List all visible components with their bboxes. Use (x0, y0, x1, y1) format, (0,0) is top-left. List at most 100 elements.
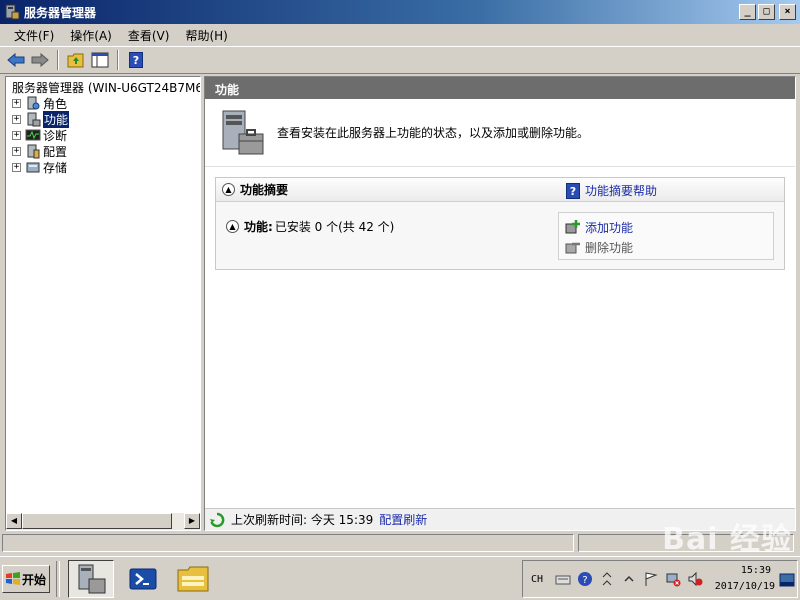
add-features-link[interactable]: 添加功能 (585, 219, 633, 236)
section-title: 功能摘要 (240, 183, 289, 197)
toolbar-separator (117, 50, 119, 70)
status-panel (578, 534, 794, 552)
menu-action[interactable]: 操作(A) (62, 25, 120, 46)
forward-button[interactable] (30, 50, 50, 70)
scroll-left-button[interactable]: ◀ (6, 513, 22, 529)
taskbar-powershell[interactable] (120, 560, 166, 598)
toolbar-separator (57, 50, 59, 70)
network-error-icon[interactable] (665, 571, 681, 587)
refresh-icon (210, 512, 225, 527)
maximize-button[interactable]: □ (758, 4, 775, 20)
help-icon: ? (566, 182, 580, 199)
expand-toggle[interactable]: + (12, 98, 21, 108)
keyboard-icon[interactable] (555, 571, 571, 587)
back-button[interactable] (6, 50, 26, 70)
horizontal-scrollbar[interactable]: ◀ ▶ (6, 513, 200, 530)
show-hide-tree-icon (91, 52, 109, 68)
scroll-track[interactable] (172, 513, 184, 530)
section-header: ▲ 功能摘要 ? 功能摘要帮助 (216, 178, 784, 202)
scroll-right-button[interactable]: ▶ (184, 513, 200, 529)
taskbar: 开始 CH ? 15:39 2017/10/19 (0, 556, 800, 600)
title-bar: 服务器管理器 _ □ × (0, 0, 800, 24)
installed-label: 功能: (244, 220, 273, 234)
back-arrow-icon (7, 53, 25, 67)
configure-refresh-link[interactable]: 配置刷新 (379, 511, 427, 528)
show-hidden-icons-icon[interactable] (621, 571, 637, 587)
volume-error-icon[interactable] (687, 571, 703, 587)
tree-item-features[interactable]: + 功能 (6, 110, 200, 128)
flag-icon[interactable] (643, 571, 659, 587)
language-indicator[interactable]: CH (531, 574, 543, 585)
navigation-tree: 服务器管理器 (WIN-U6GT24B7M6 + 角色 + 功能 + 诊断 + … (5, 76, 201, 531)
server-manager-icon (78, 564, 106, 594)
up-one-level-button[interactable] (66, 50, 86, 70)
start-label: 开始 (22, 572, 47, 587)
menu-bar: 文件(F) 操作(A) 查看(V) 帮助(H) (0, 24, 800, 46)
clock-time: 15:39 (740, 565, 771, 576)
tree-item-label: 配置 (43, 144, 68, 159)
refresh-status-bar: 上次刷新时间: 今天 15:39 配置刷新 (205, 508, 795, 530)
add-features-action[interactable]: 添加功能 (565, 217, 767, 237)
status-bar (0, 533, 800, 553)
powershell-icon (129, 568, 157, 590)
tree-item-label: 存储 (43, 160, 68, 175)
clock[interactable]: 15:39 2017/10/19 (715, 563, 775, 595)
tree-item-label: 角色 (43, 96, 68, 111)
scroll-thumb[interactable] (22, 513, 172, 529)
taskbar-explorer[interactable] (170, 560, 216, 598)
clock-date: 2017/10/19 (714, 581, 775, 592)
remove-features-link[interactable]: 删除功能 (585, 239, 633, 256)
help-link-text[interactable]: 功能摘要帮助 (585, 182, 657, 199)
help-icon: ? (129, 52, 143, 68)
last-refresh-text: 上次刷新时间: 今天 15:39 (231, 513, 374, 527)
remove-features-icon (565, 242, 580, 254)
expand-toggle[interactable]: + (12, 162, 21, 172)
taskbar-separator (56, 561, 60, 597)
features-summary-help[interactable]: ? 功能摘要帮助 (566, 182, 657, 199)
remove-features-action[interactable]: 删除功能 (565, 237, 767, 257)
tree-item-configuration[interactable]: + 配置 (6, 143, 200, 159)
menu-help[interactable]: 帮助(H) (177, 25, 235, 46)
tree-root-label: 服务器管理器 (WIN-U6GT24B7M6 (12, 80, 201, 95)
tree-item-storage[interactable]: + 存储 (6, 159, 200, 175)
help-button[interactable]: ? (126, 50, 146, 70)
add-features-icon (565, 220, 580, 234)
content-header: 功能 (205, 77, 795, 99)
actions-panel: 添加功能 删除功能 (558, 212, 774, 260)
content-pane: 功能 查看安装在此服务器上功能的状态，以及添加或删除功能。 ▲ 功能摘要 ? 功… (204, 76, 796, 531)
start-button[interactable]: 开始 (2, 565, 50, 593)
roles-icon (27, 96, 40, 110)
folder-up-icon (67, 53, 84, 68)
collapse-subsection-button[interactable]: ▲ (226, 220, 239, 233)
expand-toggle[interactable]: + (12, 130, 21, 140)
storage-icon (26, 162, 40, 173)
diagnostics-icon (25, 129, 41, 141)
menu-view[interactable]: 查看(V) (120, 25, 178, 46)
system-tray: CH ? 15:39 2017/10/19 (522, 560, 798, 598)
tree-item-diagnostics[interactable]: + 诊断 (6, 127, 200, 143)
expand-toggle[interactable]: + (12, 114, 21, 124)
configuration-icon (27, 144, 40, 159)
features-summary-section: ▲ 功能摘要 ? 功能摘要帮助 ▲ 功能: 已安装 0 个(共 42 个) 添加… (215, 177, 785, 270)
features-large-icon (222, 110, 264, 154)
expand-toggle[interactable]: + (12, 146, 21, 156)
close-button[interactable]: × (779, 4, 796, 20)
folder-icon (177, 566, 209, 592)
svg-text:?: ? (582, 575, 587, 586)
tree-root[interactable]: 服务器管理器 (WIN-U6GT24B7M6 (6, 79, 200, 95)
tree-item-roles[interactable]: + 角色 (6, 95, 200, 111)
taskbar-server-manager[interactable] (68, 560, 114, 598)
tree-item-label: 诊断 (43, 128, 68, 143)
show-hide-tree-button[interactable] (90, 50, 110, 70)
installed-features-subsection: ▲ 功能: 已安装 0 个(共 42 个) 添加功能 删除功能 (226, 212, 774, 260)
show-desktop-icon[interactable] (779, 573, 795, 587)
windows-logo-icon (6, 572, 20, 585)
collapse-section-button[interactable]: ▲ (222, 183, 235, 196)
menu-file[interactable]: 文件(F) (6, 25, 62, 46)
help-tray-icon[interactable]: ? (577, 571, 593, 587)
tree-item-label: 功能 (43, 110, 70, 128)
status-panel (2, 534, 574, 552)
options-chevron-icon[interactable] (599, 571, 615, 587)
window-title: 服务器管理器 (24, 5, 97, 20)
minimize-button[interactable]: _ (739, 4, 756, 20)
